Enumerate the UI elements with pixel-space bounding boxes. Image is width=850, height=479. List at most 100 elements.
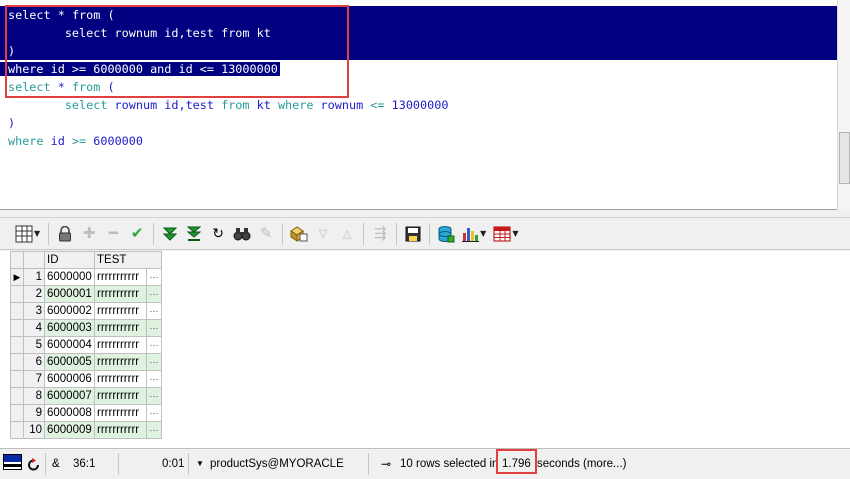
result-grid[interactable]: ID TEST ▶ 1 6000000 rrrrrrrrrrr ··· 2 6000001 r…	[10, 251, 162, 439]
operator: <=	[370, 98, 385, 112]
table-row[interactable]: 3 6000002 rrrrrrrrrrr ···	[10, 302, 162, 320]
add-record-icon[interactable]: ✚	[77, 222, 101, 246]
status-divider	[368, 453, 369, 475]
fetch-next-icon[interactable]	[158, 222, 182, 246]
clear-icon[interactable]: ✎	[254, 222, 278, 246]
cell-id[interactable]: 6000000	[44, 268, 95, 286]
toolbar-separator	[363, 222, 365, 245]
fetch-last-icon[interactable]	[182, 222, 206, 246]
cell-id[interactable]: 6000007	[44, 387, 95, 405]
chevron-down-icon[interactable]: ▼	[34, 229, 40, 238]
keyword: and	[150, 62, 172, 76]
table-row[interactable]: 6 6000005 rrrrrrrrrrr ···	[10, 353, 162, 371]
code-line[interactable]: select rownum id,test from kt	[0, 24, 838, 42]
column-header-id[interactable]: ID	[44, 251, 95, 269]
table-row[interactable]: 10 6000009 rrrrrrrrrrr ···	[10, 421, 162, 439]
undo-icon[interactable]	[27, 453, 41, 475]
grid-icon[interactable]	[12, 222, 36, 246]
cell-test[interactable]: rrrrrrrrrrr	[94, 387, 147, 405]
cell-id[interactable]: 6000009	[44, 421, 95, 439]
cell-test[interactable]: rrrrrrrrrrr	[94, 404, 147, 422]
code-text: (	[100, 8, 115, 22]
refresh-icon[interactable]: ↻	[206, 222, 230, 246]
cell-id[interactable]: 6000008	[44, 404, 95, 422]
chevron-down-icon[interactable]: ▼	[196, 453, 204, 475]
pane-splitter[interactable]	[0, 210, 850, 218]
editor-scrollbar[interactable]	[837, 0, 850, 210]
find-icon[interactable]	[230, 222, 254, 246]
table-row[interactable]: 9 6000008 rrrrrrrrrrr ···	[10, 404, 162, 422]
table-row[interactable]: 2 6000001 rrrrrrrrrrr ···	[10, 285, 162, 303]
chevron-down-icon[interactable]: ▼	[480, 229, 486, 238]
elapsed-time: 0:01	[162, 458, 185, 470]
cell-id[interactable]: 6000004	[44, 336, 95, 354]
keyword: from	[71, 8, 101, 22]
cell-id[interactable]: 6000005	[44, 353, 95, 371]
code-text: )	[8, 116, 16, 130]
code-line[interactable]: select * from (	[0, 6, 838, 24]
database-icon[interactable]	[434, 222, 458, 246]
sort-descending-icon[interactable]: ▽	[311, 222, 335, 246]
code-line[interactable]: )	[0, 114, 838, 132]
cell-more-button[interactable]: ···	[146, 268, 162, 286]
lock-icon[interactable]	[53, 222, 77, 246]
connection-name[interactable]: productSys@MYORACLE	[210, 453, 344, 475]
cell-test[interactable]: rrrrrrrrrrr	[94, 268, 147, 286]
post-changes-icon[interactable]: ✔	[125, 222, 149, 246]
table-row[interactable]: 8 6000007 rrrrrrrrrrr ···	[10, 387, 162, 405]
chevron-down-icon[interactable]: ▼	[512, 229, 518, 238]
grid-corner	[10, 251, 24, 269]
table-row[interactable]: 7 6000006 rrrrrrrrrrr ···	[10, 370, 162, 388]
current-row-indicator	[10, 285, 24, 303]
table-row[interactable]: 4 6000003 rrrrrrrrrrr ···	[10, 319, 162, 337]
cell-test[interactable]: rrrrrrrrrrr	[94, 336, 147, 354]
cell-test[interactable]: rrrrrrrrrrr	[94, 353, 147, 371]
query-by-example-icon[interactable]	[287, 222, 311, 246]
save-icon[interactable]	[401, 222, 425, 246]
chart-icon[interactable]	[458, 222, 482, 246]
code-text: rownum id,test	[107, 98, 222, 112]
code-line[interactable]: )	[0, 42, 838, 60]
cell-test[interactable]: rrrrrrrrrrr	[94, 285, 147, 303]
cell-test[interactable]: rrrrrrrrrrr	[94, 302, 147, 320]
number-literal: 6000000	[93, 62, 143, 76]
sql-editor-text[interactable]: select * from ( select rownum id,test fr…	[0, 6, 838, 150]
cell-id[interactable]: 6000003	[44, 319, 95, 337]
delete-record-icon[interactable]: ━	[101, 222, 125, 246]
export-icon[interactable]: ⇶	[368, 222, 392, 246]
result-grid-area[interactable]: ID TEST ▶ 1 6000000 rrrrrrrrrrr ··· 2 6000001 r…	[0, 251, 850, 448]
cell-more-button[interactable]: ···	[146, 370, 162, 388]
cell-more-button[interactable]: ···	[146, 319, 162, 337]
keyword: from	[221, 98, 250, 112]
code-line[interactable]: where id >= 6000000	[0, 132, 838, 150]
table-icon[interactable]	[490, 222, 514, 246]
cell-more-button[interactable]: ···	[146, 421, 162, 439]
editor-scroll-thumb[interactable]	[839, 132, 850, 184]
cell-id[interactable]: 6000006	[44, 370, 95, 388]
toolbar-separator	[153, 222, 155, 245]
cell-id[interactable]: 6000001	[44, 285, 95, 303]
code-line[interactable]: select * from (	[0, 78, 838, 96]
cell-more-button[interactable]: ···	[146, 387, 162, 405]
cell-test[interactable]: rrrrrrrrrrr	[94, 421, 147, 439]
row-number: 4	[23, 319, 45, 337]
cell-more-button[interactable]: ···	[146, 285, 162, 303]
table-row[interactable]: 5 6000004 rrrrrrrrrrr ···	[10, 336, 162, 354]
column-header-test[interactable]: TEST	[94, 251, 162, 269]
cell-more-button[interactable]: ···	[146, 302, 162, 320]
cell-test[interactable]: rrrrrrrrrrr	[94, 319, 147, 337]
cell-id[interactable]: 6000002	[44, 302, 95, 320]
more-link[interactable]: seconds (more...)	[537, 453, 626, 475]
current-row-indicator	[10, 370, 24, 388]
sort-ascending-icon[interactable]: △	[335, 222, 359, 246]
sql-editor[interactable]: select * from ( select rownum id,test fr…	[0, 0, 850, 210]
cell-more-button[interactable]: ···	[146, 353, 162, 371]
code-line[interactable]: where id >= 6000000 and id <= 13000000	[0, 60, 838, 78]
table-row[interactable]: ▶ 1 6000000 rrrrrrrrrrr ···	[10, 268, 162, 286]
keyword: from	[221, 26, 250, 40]
code-line[interactable]: select rownum id,test from kt where rown…	[0, 96, 838, 114]
cell-more-button[interactable]: ···	[146, 404, 162, 422]
cell-more-button[interactable]: ···	[146, 336, 162, 354]
cell-test[interactable]: rrrrrrrrrrr	[94, 370, 147, 388]
